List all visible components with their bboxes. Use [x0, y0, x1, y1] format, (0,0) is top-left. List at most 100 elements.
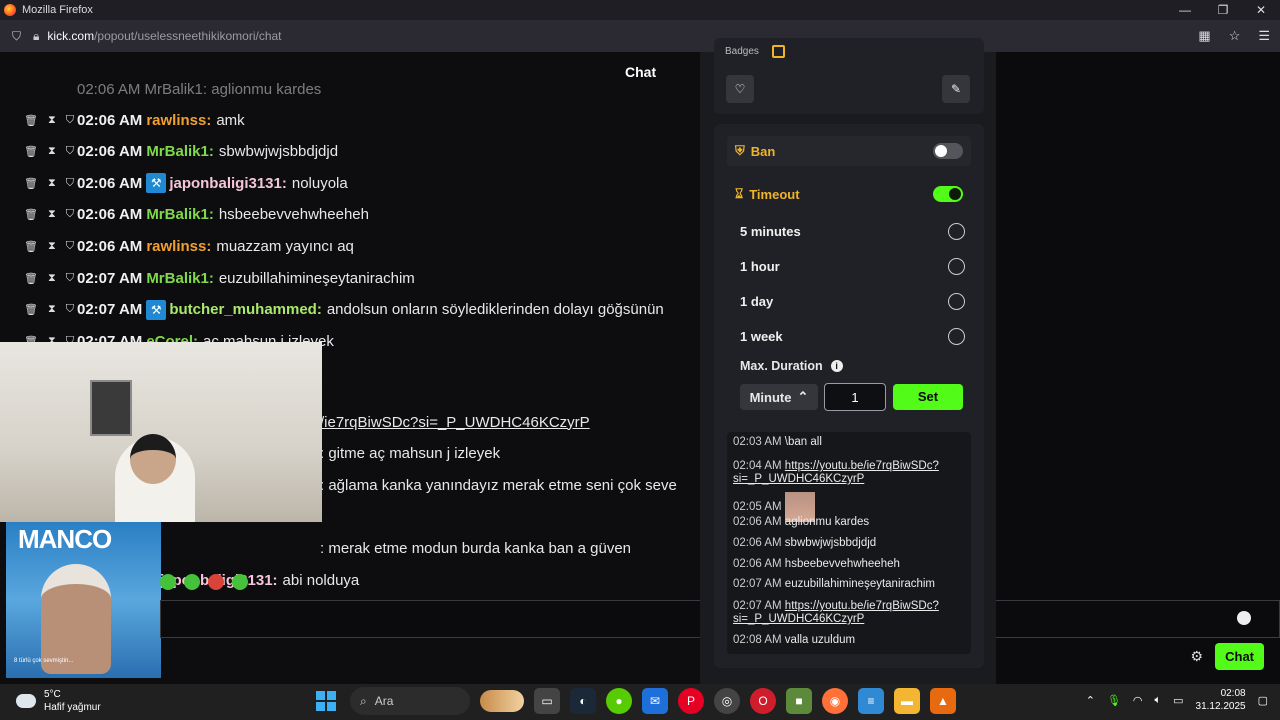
- shield-icon[interactable]: ⛉: [66, 177, 74, 190]
- shield-icon[interactable]: ⛉: [66, 240, 74, 253]
- shield-icon[interactable]: ⛉: [66, 114, 74, 127]
- task-view-icon[interactable]: ▭: [534, 688, 560, 714]
- firefox-icon[interactable]: ◉: [822, 688, 848, 714]
- badge-square-icon: [772, 45, 785, 58]
- message-username[interactable]: japonbaligi3131:: [169, 175, 287, 192]
- chrome-icon[interactable]: ◎: [714, 688, 740, 714]
- timeout-toggle[interactable]: [933, 186, 963, 202]
- hourglass-icon[interactable]: ⧗: [48, 240, 56, 253]
- lock-icon[interactable]: 🔒︎: [33, 29, 39, 44]
- menu-icon[interactable]: ☰: [1258, 28, 1270, 44]
- file-explorer-icon[interactable]: ▬: [894, 688, 920, 714]
- emote-icon[interactable]: [208, 574, 224, 590]
- delete-icon[interactable]: 🗑︎: [24, 303, 38, 316]
- set-button[interactable]: Set: [893, 384, 963, 410]
- delete-icon[interactable]: 🗑︎: [24, 208, 38, 221]
- hourglass-icon[interactable]: ⧗: [48, 145, 56, 158]
- radio-icon[interactable]: [948, 292, 965, 310]
- timeout-option-1week[interactable]: 1 week: [740, 324, 965, 348]
- hourglass-icon[interactable]: ⧗: [48, 303, 56, 316]
- minimize-button[interactable]: —: [1166, 0, 1204, 20]
- shield-icon[interactable]: ⛉: [66, 208, 74, 221]
- timeout-row[interactable]: ⌛︎ Timeout: [727, 179, 971, 209]
- clock[interactable]: 02:08 31.12.2025: [1196, 687, 1246, 713]
- shield-icon[interactable]: ⛉: [66, 303, 74, 316]
- message-text: euzubillahimineşeytanirachim: [218, 269, 415, 287]
- info-icon[interactable]: i: [830, 360, 843, 372]
- radio-icon[interactable]: [948, 222, 965, 240]
- message-time: 02:07 AM: [77, 269, 143, 287]
- maximize-button[interactable]: ❐: [1204, 0, 1242, 20]
- timeout-option-5min[interactable]: 5 minutes: [740, 219, 965, 243]
- steam-icon[interactable]: ◐: [570, 688, 596, 714]
- chat-partial-line[interactable]: /ie7rqBiwSDc?si=_P_UWDHC46KCzyrP: [320, 409, 590, 435]
- emote-icon[interactable]: [160, 574, 176, 590]
- user-message-history: 02:03 AM \ban all 02:04 AM https://youtu.…: [727, 432, 971, 654]
- message-username[interactable]: butcher_muhammed:: [169, 301, 322, 318]
- delete-icon[interactable]: 🗑︎: [24, 272, 38, 285]
- pinterest-icon[interactable]: P: [678, 688, 704, 714]
- url-bar[interactable]: ⛉ 🔒︎ kick.com/popout/uselessneethikikomo…: [0, 20, 1280, 52]
- hourglass-icon[interactable]: ⧗: [48, 272, 56, 285]
- heart-icon[interactable]: ♡: [726, 75, 754, 103]
- close-window-button[interactable]: ✕: [1242, 0, 1280, 20]
- duolingo-icon[interactable]: ●: [606, 688, 632, 714]
- history-line[interactable]: 02:07 AM https://youtu.be/ie7rqBiwSDc?si…: [733, 600, 965, 626]
- delete-icon[interactable]: 🗑︎: [24, 114, 38, 127]
- unit-select[interactable]: Minute ⌃: [740, 384, 818, 410]
- microphone-icon[interactable]: 🎙︎: [1107, 694, 1121, 707]
- hourglass-icon[interactable]: ⧗: [48, 208, 56, 221]
- bookmark-star-icon[interactable]: ☆: [1229, 28, 1241, 44]
- history-line[interactable]: 02:04 AM https://youtu.be/ie7rqBiwSDc?si…: [733, 460, 965, 486]
- emote-icon[interactable]: [184, 574, 200, 590]
- battery-icon[interactable]: ▭: [1173, 694, 1183, 707]
- hourglass-icon[interactable]: ⧗: [48, 177, 56, 190]
- search-highlight-icon[interactable]: [480, 690, 524, 712]
- opera-icon[interactable]: O: [750, 688, 776, 714]
- shield-icon[interactable]: ⛉: [66, 145, 74, 158]
- send-chat-button[interactable]: Chat: [1215, 643, 1264, 670]
- ban-row[interactable]: ⛨ Ban: [727, 136, 971, 166]
- chevron-up-icon[interactable]: ⌃: [1086, 694, 1095, 707]
- message-username[interactable]: MrBalik1:: [146, 270, 214, 287]
- radio-icon[interactable]: [948, 257, 965, 275]
- mail-icon[interactable]: ✉: [642, 688, 668, 714]
- timeout-option-1hour[interactable]: 1 hour: [740, 254, 965, 278]
- hammer-badge-icon: ⚒: [146, 173, 167, 194]
- emoji-icon[interactable]: [1237, 611, 1251, 625]
- duration-input[interactable]: [824, 383, 886, 411]
- shield-icon[interactable]: ⛉: [12, 29, 21, 44]
- ban-toggle[interactable]: [933, 143, 963, 159]
- firefox-logo-icon: [4, 4, 16, 16]
- minecraft-icon[interactable]: ■: [786, 688, 812, 714]
- speaker-icon[interactable]: 🔈︎: [1155, 694, 1162, 707]
- delete-icon[interactable]: 🗑︎: [24, 240, 38, 253]
- vlc-icon[interactable]: ▲: [930, 688, 956, 714]
- extensions-icon[interactable]: ▦: [1198, 28, 1210, 44]
- history-line: 02:03 AM \ban all: [733, 436, 822, 448]
- emote-row[interactable]: [160, 574, 248, 590]
- emote-icon[interactable]: [232, 574, 248, 590]
- hourglass-icon[interactable]: ⧗: [48, 114, 56, 127]
- message-username[interactable]: MrBalik1:: [146, 206, 214, 223]
- notepad-icon[interactable]: ≡: [858, 688, 884, 714]
- wifi-icon[interactable]: ◠: [1133, 694, 1143, 707]
- delete-icon[interactable]: 🗑︎: [24, 145, 38, 158]
- delete-icon[interactable]: 🗑︎: [24, 177, 38, 190]
- windows-start-icon[interactable]: [312, 687, 340, 715]
- taskbar-search[interactable]: ⌕ Ara: [350, 687, 470, 715]
- url-text[interactable]: kick.com/popout/uselessneethikikomori/ch…: [47, 29, 281, 43]
- message-username[interactable]: rawlinss:: [146, 238, 211, 255]
- shield-icon[interactable]: ⛉: [66, 272, 74, 285]
- radio-icon[interactable]: [948, 327, 965, 345]
- message-time: 02:06 AM: [77, 174, 143, 192]
- gear-icon[interactable]: ⚙: [1191, 648, 1204, 665]
- message-username[interactable]: rawlinss:: [146, 112, 211, 129]
- timeout-option-1day[interactable]: 1 day: [740, 289, 965, 313]
- message-text: muazzam yayıncı aq: [216, 237, 354, 255]
- notification-icon[interactable]: ▢: [1258, 694, 1268, 707]
- weather-widget[interactable]: 5°C Hafif yağmur: [16, 688, 101, 714]
- message-username[interactable]: MrBalik1:: [146, 143, 214, 160]
- mic-off-icon[interactable]: ✎: [942, 75, 970, 103]
- message-text: noluyola: [291, 174, 348, 192]
